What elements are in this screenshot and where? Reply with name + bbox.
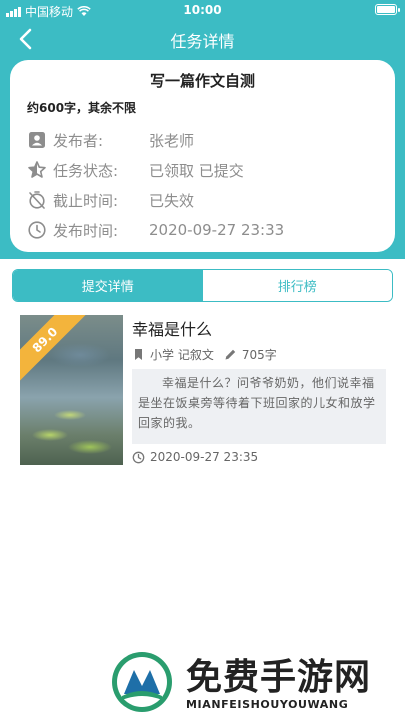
task-description: 约600字，其余不限 [27, 101, 137, 115]
task-info-card: 写一篇作文自测 约600字，其余不限 发布者: 张老师 任务状态: 已领取 已提… [10, 60, 395, 252]
status-bar: 中国移动 10:00 [0, 0, 405, 20]
essay-word-count: 705字 [241, 347, 277, 362]
deadline-row: 截止时间: 已失效 [27, 188, 194, 212]
essay-category: 小学 记叙文 [150, 347, 214, 362]
clock-icon [132, 451, 145, 463]
essay-time: 2020-09-27 23:35 [150, 450, 259, 464]
status-label: 任务状态: [53, 161, 119, 180]
publish-time-row: 发布时间: 2020-09-27 23:33 [27, 218, 284, 242]
publisher-value: 张老师 [149, 131, 195, 150]
page-title: 任务详情 [170, 32, 235, 51]
status-time: 10:00 [183, 3, 222, 17]
essay-title: 幸福是什么 [132, 320, 213, 339]
publish-time-value: 2020-09-27 23:33 [149, 221, 285, 239]
watermark-title: 免费手游网 [186, 657, 372, 698]
pencil-icon [225, 349, 236, 359]
watermark-subtitle: MIANFEISHOUYOUWANG [186, 698, 349, 711]
task-title: 写一篇作文自测 [149, 72, 255, 90]
status-value: 已领取 已提交 [149, 161, 244, 180]
essay-meta: 小学 记叙文 705字 [132, 345, 277, 363]
score-ribbon: 89.0 [20, 315, 92, 387]
publish-time-label: 发布时间: [53, 221, 119, 240]
publisher-row: 发布者: 张老师 [27, 128, 194, 152]
tab-bar: 提交详情 排行榜 [12, 269, 393, 302]
bookmark-icon [135, 348, 142, 360]
site-watermark: 免费手游网 MIANFEISHOUYOUWANG [110, 648, 395, 716]
essay-time-row: 2020-09-27 23:35 [132, 449, 258, 465]
deadline-label: 截止时间: [53, 191, 119, 210]
tab-leaderboard[interactable]: 排行榜 [202, 270, 392, 301]
essay-thumbnail: 89.0 [20, 315, 123, 465]
essay-list-item[interactable]: 89.0 幸福是什么 小学 记叙文 705字 幸福是什么？问爷爷奶奶，他们说幸福… [20, 315, 390, 467]
battery-icon [375, 4, 400, 15]
clock-icon [28, 221, 46, 239]
publisher-label: 发布者: [53, 131, 104, 150]
essay-excerpt: 幸福是什么？问爷爷奶奶，他们说幸福是坐在饭桌旁等待着下班回家的儿女和放学回家的我… [132, 369, 386, 444]
star-half-icon [28, 161, 46, 178]
deadline-value: 已失效 [149, 191, 195, 210]
watermark-logo-icon [112, 652, 172, 712]
status-row: 任务状态: 已领取 已提交 [27, 158, 244, 182]
timer-off-icon [29, 191, 45, 209]
tab-submission-details[interactable]: 提交详情 [13, 270, 203, 301]
contact-card-icon [29, 132, 45, 148]
nav-bar: 任务详情 [0, 22, 405, 56]
